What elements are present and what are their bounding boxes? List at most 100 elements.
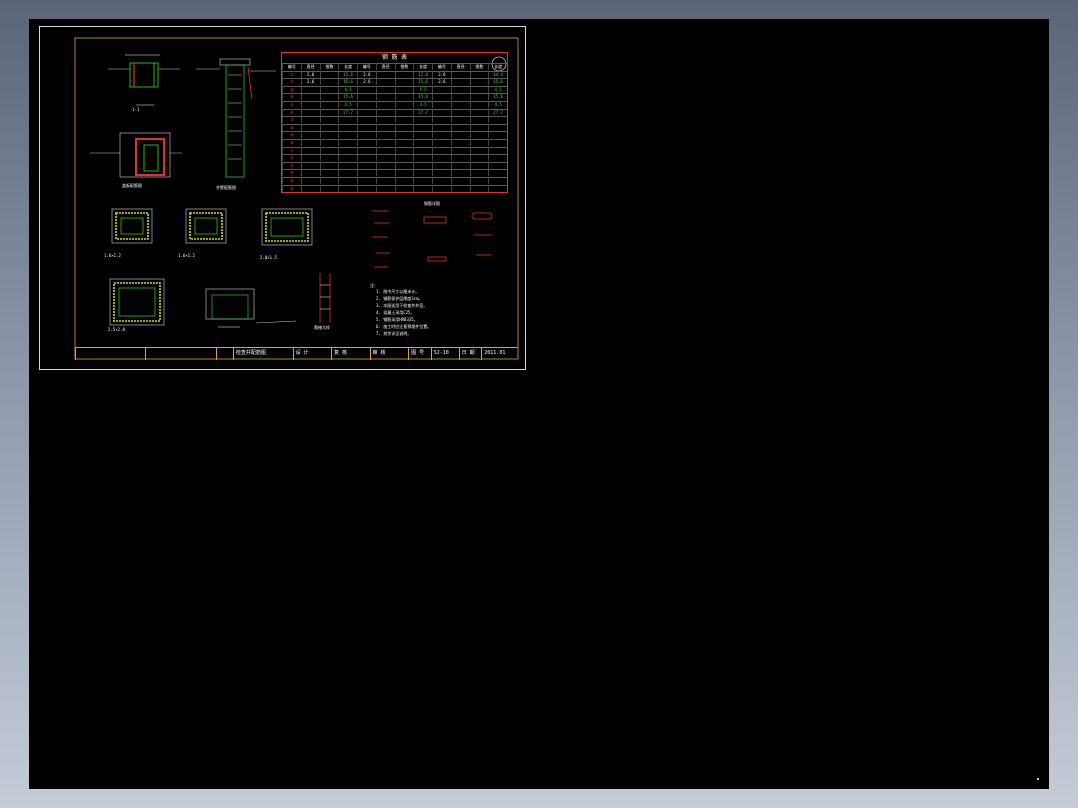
rebar-table-cell: [375, 94, 395, 101]
rebar-table-row: ⑦: [282, 116, 507, 124]
note-line: 5. 钢筋采用HRB335。: [376, 317, 418, 322]
rebar-table-cell: [357, 124, 376, 131]
drawing-sheet-frame: 1-1 井壁配筋图 盖板配筋图 1.6×1.2 1.6×1.2 2.0×1.5 …: [39, 26, 526, 370]
rebar-table-cell: 根数: [469, 64, 489, 70]
rebar-table-row: ⑪: [282, 146, 507, 154]
rebar-table-cell: [469, 86, 489, 93]
rebar-table-cell: [300, 117, 320, 124]
rebar-table-cell: [469, 102, 489, 108]
rebar-table-cell: [338, 155, 357, 162]
rebar-table-cell: [394, 86, 414, 93]
tank-section-drawing: [205, 288, 297, 328]
drawing-viewport[interactable]: 1-1 井壁配筋图 盖板配筋图 1.6×1.2 1.6×1.2 2.0×1.5 …: [29, 19, 1049, 789]
rebar-table-cell: 4.5: [338, 102, 357, 108]
rebar-table-cell: [375, 185, 395, 192]
rebar-table-cell: ⑦: [282, 117, 301, 124]
caption-section-1-1: 1-1: [132, 107, 140, 112]
rebar-table-cell: ⑩: [282, 140, 301, 146]
rebar-table-cell: [450, 162, 470, 169]
rebar-table-cell: [432, 155, 451, 162]
caption-wall-reinforcement: 井壁配筋图: [216, 185, 236, 190]
rebar-table-cell: 4.5: [338, 86, 357, 93]
rebar-table-cell: [338, 162, 357, 169]
title-block-cell: [75, 348, 145, 360]
rebar-table-cell: [375, 162, 395, 169]
rebar-table-cell: [338, 185, 357, 192]
rebar-table-cell: [394, 102, 414, 108]
rebar-table-cell: [300, 94, 320, 101]
rebar-table-cell: [357, 185, 376, 192]
rebar-table-cell: [469, 109, 489, 116]
rebar-table-cell: 2.6: [357, 71, 376, 78]
rebar-table-cell: [488, 117, 507, 124]
rebar-table-cell: ④: [282, 94, 301, 101]
rebar-table-cell: 2.6: [432, 79, 451, 86]
rebar-table-cell: 15.6: [488, 79, 507, 86]
title-block-cell: 复 核: [331, 348, 370, 360]
note-line: 1. 图中尺寸以厘米计。: [376, 289, 420, 294]
rebar-table-cell: [394, 178, 414, 184]
rebar-table-cell: 编号: [432, 64, 451, 70]
rebar-table-cell: [300, 132, 320, 139]
rebar-table-cell: 2.6: [300, 79, 320, 86]
rebar-table-cell: [338, 132, 357, 139]
rebar-table-cell: 4.5: [488, 102, 507, 108]
rebar-table-cell: [338, 140, 357, 146]
rebar-table-cell: [394, 132, 414, 139]
rebar-table-cell: [319, 124, 339, 131]
rebar-table-cell: [375, 178, 395, 184]
rebar-table-cell: [432, 132, 451, 139]
rebar-table-cell: [394, 162, 414, 169]
rebar-table-cell: 长度: [413, 64, 432, 70]
rebar-table-cell: ②: [282, 79, 301, 86]
rebar-table-cell: [357, 109, 376, 116]
title-block-cell: 2011.01: [481, 348, 518, 360]
rebar-table-cell: [432, 86, 451, 93]
rebar-table-cell: [450, 79, 470, 86]
rebar-table-cell: [413, 132, 432, 139]
title-block-cell: [215, 348, 233, 360]
rebar-table-cell: [319, 102, 339, 108]
rebar-table-cell: ⑮: [282, 178, 301, 184]
rebar-table-cell: [375, 117, 395, 124]
note-line: 4. 混凝土采用C25。: [376, 310, 415, 315]
rebar-table-cell: [413, 117, 432, 124]
rebar-table-cell: 12.8: [413, 71, 432, 78]
cover-plate-3: [261, 208, 313, 246]
rebar-table-row: ⑮: [282, 177, 507, 184]
rebar-table-cell: [413, 140, 432, 146]
rebar-table-cell: 4.5: [413, 102, 432, 108]
rebar-table-cell: 长度: [338, 64, 357, 70]
notes-heading: 注：: [370, 283, 378, 288]
rebar-table-cell: [357, 170, 376, 177]
rebar-table-cell: [319, 86, 339, 93]
rebar-table-cell: 4.5: [413, 86, 432, 93]
rebar-table-cell: 编号: [282, 64, 301, 70]
title-block-cell: SJ-10: [430, 348, 459, 360]
rebar-table-cell: [319, 147, 339, 154]
rebar-table-cell: [469, 94, 489, 101]
rebar-detail-shapes: [372, 210, 493, 268]
rebar-table-cell: [413, 147, 432, 154]
note-line: 6. 施工时应注意预埋件位置。: [376, 324, 432, 329]
rebar-table-cell: [319, 94, 339, 101]
note-line: 2. 钢筋保护层厚度3cm。: [376, 296, 423, 301]
rebar-table-cell: [375, 71, 395, 78]
rebar-table-cell: [319, 71, 339, 78]
rebar-table-cell: 直径: [300, 64, 320, 70]
rebar-table-cell: ③: [282, 86, 301, 93]
rebar-table-cell: ⑨: [282, 132, 301, 139]
rebar-table-cell: [394, 71, 414, 78]
rebar-table-cell: [450, 124, 470, 131]
rebar-table-cell: [469, 140, 489, 146]
cover-plate-4: [109, 278, 165, 326]
section-1-1-drawing: [108, 54, 180, 106]
rebar-table-cell: [300, 124, 320, 131]
rebar-table-cell: [469, 185, 489, 192]
rebar-table-cell: [357, 132, 376, 139]
rebar-table-row: ⑭: [282, 169, 507, 177]
rebar-table-cell: [375, 79, 395, 86]
rebar-table-cell: [394, 185, 414, 192]
rebar-table-cell: ⑬: [282, 162, 301, 169]
rebar-table-cell: [450, 185, 470, 192]
